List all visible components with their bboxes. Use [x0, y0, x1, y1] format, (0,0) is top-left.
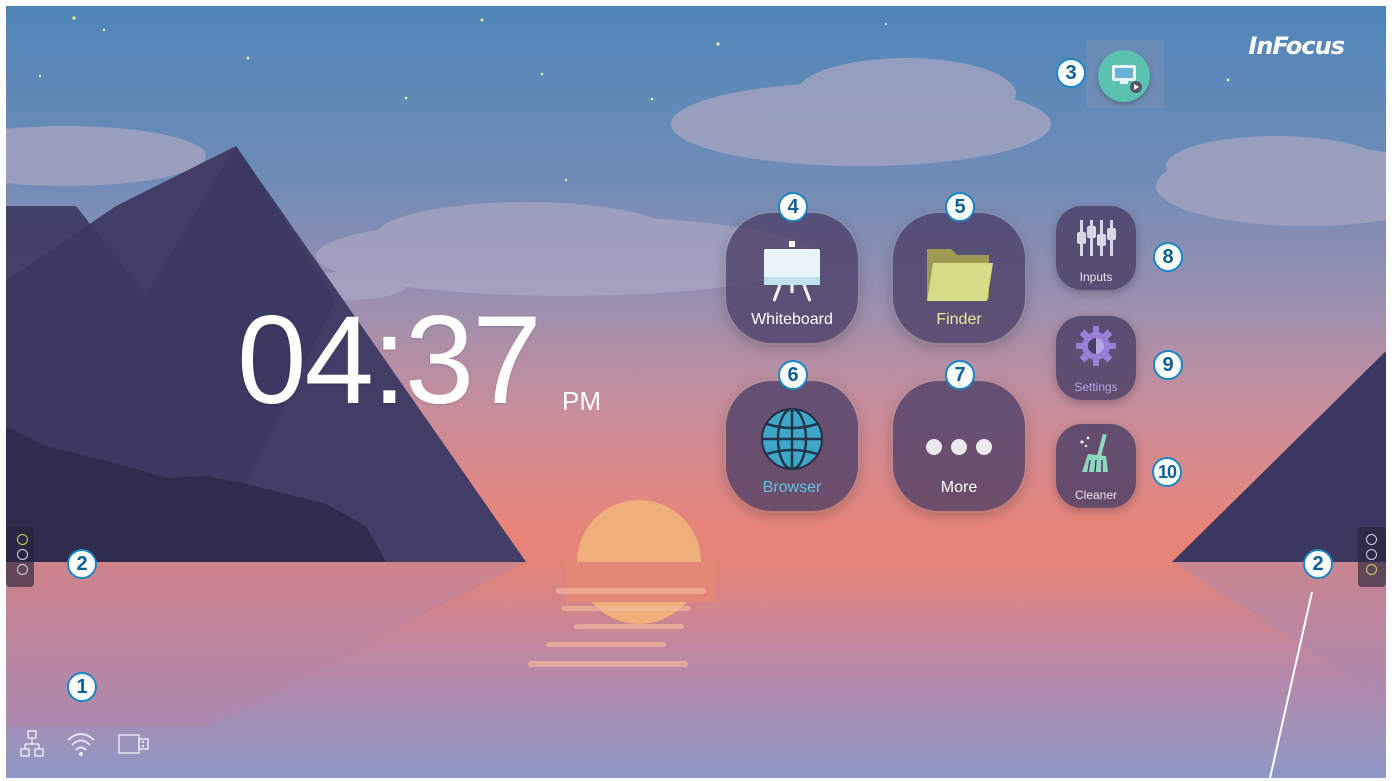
whiteboard-app-tile[interactable]: Whiteboard — [726, 213, 858, 343]
toolbar-dot-icon — [17, 564, 28, 575]
settings-label: Settings — [1074, 380, 1118, 394]
inputs-icon — [1077, 220, 1116, 256]
landscape-wallpaper — [6, 16, 1386, 778]
toolbar-dot-icon — [1366, 564, 1377, 575]
toolbar-dot-icon — [17, 549, 28, 560]
more-dots-icon — [926, 439, 992, 455]
callout-badge-5: 5 — [945, 192, 975, 222]
callout-badge-10: 10 — [1152, 457, 1182, 487]
gear-icon — [1076, 326, 1116, 366]
finder-app-tile[interactable]: Finder — [893, 213, 1025, 343]
whiteboard-label: Whiteboard — [751, 311, 833, 328]
callout-badge-6: 6 — [778, 360, 808, 390]
cleaner-label: Cleaner — [1074, 488, 1118, 502]
callout-badge-1: 1 — [67, 672, 97, 702]
broom-icon — [1080, 433, 1108, 473]
whiteboard-icon — [764, 241, 820, 302]
folder-icon — [927, 249, 993, 301]
browser-app-tile[interactable]: Browser — [726, 381, 858, 511]
browser-label: Browser — [762, 479, 822, 496]
network-icon[interactable] — [20, 730, 44, 758]
side-toolbar-right[interactable] — [1358, 527, 1386, 587]
screen-share-button[interactable] — [1098, 50, 1150, 102]
callout-badge-2-right: 2 — [1303, 549, 1333, 579]
clock: 04:37 PM — [237, 291, 601, 430]
toolbar-dot-icon — [1366, 534, 1377, 545]
callout-badge-7: 7 — [945, 360, 975, 390]
usb-drive-icon[interactable] — [118, 733, 150, 755]
inputs-label: Inputs — [1079, 270, 1113, 284]
callout-badge-2-left: 2 — [67, 549, 97, 579]
callout-badge-8: 8 — [1153, 242, 1183, 272]
status-bar — [20, 730, 150, 758]
callout-badge-9: 9 — [1153, 350, 1183, 380]
home-screen: InFocus 3 04:37 PM Whiteboard 4 Finder 5… — [6, 6, 1386, 778]
toolbar-dot-icon — [17, 534, 28, 545]
callout-badge-3: 3 — [1056, 58, 1086, 88]
finder-label: Finder — [936, 311, 982, 328]
more-app-tile[interactable]: More — [893, 381, 1025, 511]
inputs-button[interactable]: Inputs — [1056, 206, 1136, 290]
more-label: More — [940, 479, 978, 496]
monitor-cast-icon — [1112, 65, 1142, 93]
callout-badge-4: 4 — [778, 192, 808, 222]
side-toolbar-left[interactable] — [6, 527, 34, 587]
wifi-icon[interactable] — [66, 731, 96, 757]
globe-icon — [761, 407, 823, 471]
cleaner-button[interactable]: Cleaner — [1056, 424, 1136, 508]
clock-ampm: PM — [562, 386, 601, 416]
infocus-logo: InFocus — [1248, 32, 1345, 60]
clock-time: 04:37 — [237, 291, 542, 430]
toolbar-dot-icon — [1366, 549, 1377, 560]
settings-button[interactable]: Settings — [1056, 316, 1136, 400]
